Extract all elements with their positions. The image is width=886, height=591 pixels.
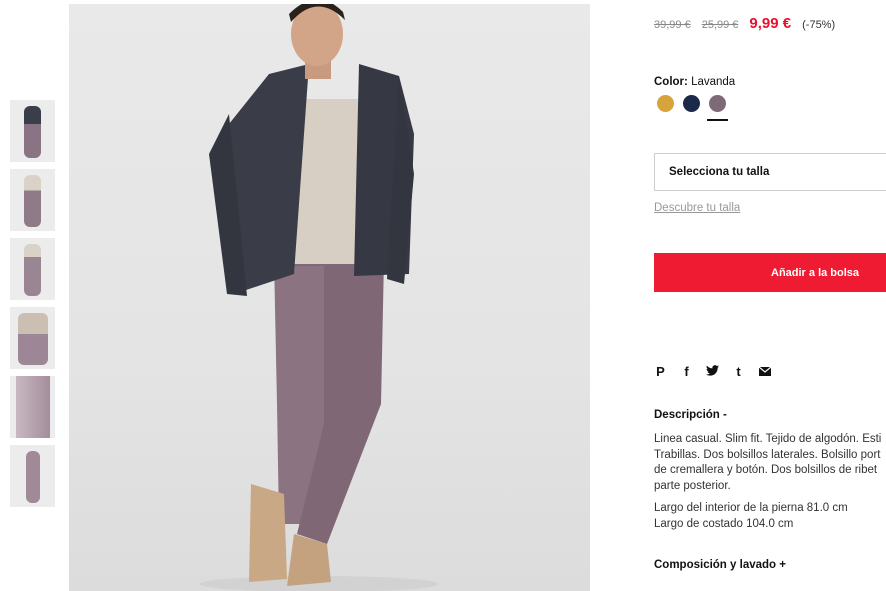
description-title[interactable]: Descripción -	[654, 409, 727, 421]
thumbnail-figure	[16, 376, 50, 438]
thumbnail-flat-product[interactable]	[10, 445, 55, 507]
share-icons: P f t	[654, 364, 771, 379]
thumbnail-fabric-detail[interactable]	[10, 376, 55, 438]
thumbnail-front-close[interactable]	[10, 238, 55, 300]
thumbnail-look-full[interactable]	[10, 100, 55, 162]
tumblr-icon[interactable]: t	[732, 364, 745, 379]
measure-inseam: Largo del interior de la pierna 81.0 cm	[654, 502, 848, 514]
pinterest-icon[interactable]: P	[654, 364, 667, 379]
measure-outseam: Largo de costado 104.0 cm	[654, 517, 794, 530]
color-swatches	[657, 95, 728, 121]
add-to-bag-button[interactable]: Añadir a la bolsa	[654, 253, 886, 292]
composition-toggle[interactable]: Composición y lavado +	[654, 559, 786, 571]
size-select[interactable]: Selecciona tu talla	[654, 153, 886, 191]
description-line: Trabillas. Dos bolsillos laterales. Bols…	[654, 448, 881, 461]
description-measures: Largo del interior de la pierna 81.0 cm …	[654, 501, 848, 532]
swatch-lavanda[interactable]	[707, 95, 728, 121]
thumbnail-figure	[24, 244, 41, 296]
color-label-key: Color:	[654, 76, 688, 88]
discount-badge: (-75%)	[802, 19, 836, 31]
thumbnail-front[interactable]	[10, 169, 55, 231]
swatch-navy[interactable]	[683, 95, 700, 112]
thumbnail-list	[10, 100, 55, 514]
original-price: 39,99 €	[654, 19, 691, 31]
thumbnail-figure	[24, 106, 41, 158]
model-illustration	[199, 4, 439, 591]
description-line: de cremallera y botón. Dos bolsillos de …	[654, 464, 878, 476]
previous-price: 25,99 €	[701, 19, 739, 31]
thumbnail-side-detail[interactable]	[10, 307, 55, 369]
email-icon[interactable]	[758, 364, 771, 379]
current-price: 9,99 €	[749, 15, 792, 32]
description-line: Linea casual. Slim fit. Tejido de algodó…	[654, 433, 882, 445]
facebook-icon[interactable]: f	[680, 364, 693, 379]
color-selected-name: Lavanda	[691, 76, 736, 88]
twitter-icon[interactable]	[706, 364, 719, 379]
description-line: parte posterior.	[654, 479, 731, 492]
description-text: Linea casual. Slim fit. Tejido de algodó…	[654, 432, 886, 494]
swatch-mostaza[interactable]	[657, 95, 674, 112]
size-guide-link[interactable]: Descubre tu talla	[654, 202, 740, 214]
price-row: 39,99 € 25,99 € 9,99 € (-75%)	[654, 15, 835, 32]
thumbnail-figure	[18, 313, 48, 365]
product-info-panel: 39,99 € 25,99 € 9,99 € (-75%) Color: Lav…	[654, 0, 886, 591]
color-label: Color: Lavanda	[654, 76, 735, 88]
thumbnail-figure	[24, 175, 41, 227]
main-product-image[interactable]	[69, 4, 590, 591]
thumbnail-figure	[26, 451, 40, 503]
